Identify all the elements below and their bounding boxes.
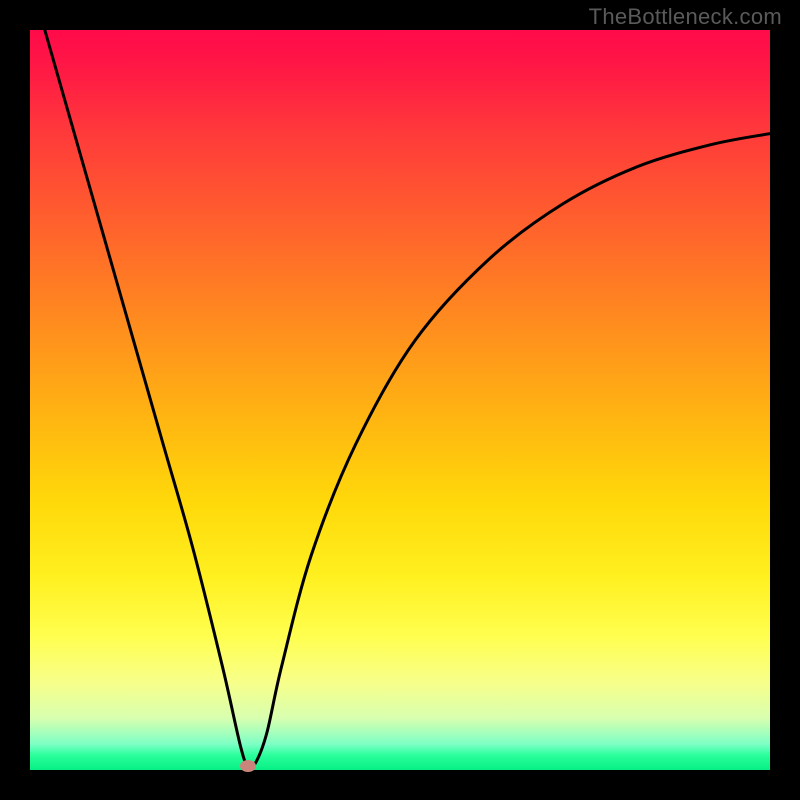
plot-area <box>30 30 770 770</box>
bottleneck-curve <box>30 30 770 770</box>
minimum-marker <box>240 760 256 772</box>
curve-path <box>45 30 770 768</box>
watermark-text: TheBottleneck.com <box>589 4 782 30</box>
